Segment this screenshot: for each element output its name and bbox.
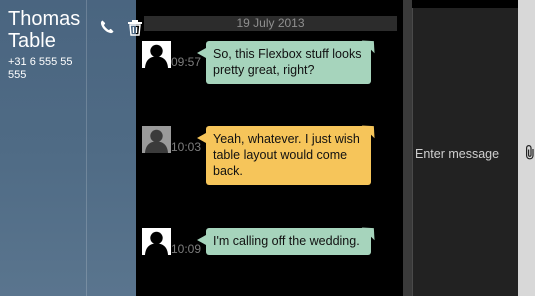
paperclip-icon[interactable] bbox=[524, 144, 535, 160]
message-bubble: I'm calling off the wedding. bbox=[197, 228, 371, 255]
person-silhouette-icon bbox=[145, 44, 168, 68]
message-input[interactable]: Enter message bbox=[412, 8, 518, 296]
contact-avatar bbox=[142, 228, 171, 255]
message-item: 10:03 Yeah, whatever. I just wish table … bbox=[142, 126, 402, 186]
contact-phone: +31 6 555 55 555 bbox=[8, 56, 73, 81]
message-item: 09:57 So, this Flexbox stuff looks prett… bbox=[142, 41, 402, 101]
message-item: 10:09 I'm calling off the wedding. bbox=[142, 228, 402, 288]
phone-icon[interactable] bbox=[99, 19, 115, 35]
message-input-placeholder: Enter message bbox=[415, 147, 500, 161]
trash-icon[interactable] bbox=[127, 19, 143, 36]
message-bubble: So, this Flexbox stuff looks pretty grea… bbox=[197, 41, 371, 84]
conversation-date: 19 July 2013 bbox=[144, 16, 397, 31]
person-silhouette-icon bbox=[145, 231, 168, 255]
compose-gutter bbox=[403, 0, 412, 296]
user-avatar bbox=[142, 126, 171, 153]
contact-avatar bbox=[142, 41, 171, 68]
contact-name: Thomas Table bbox=[8, 8, 81, 52]
person-silhouette-icon bbox=[145, 129, 168, 153]
message-bubble: Yeah, whatever. I just wish table layout… bbox=[197, 126, 371, 185]
contact-panel: Thomas Table +31 6 555 55 555 bbox=[0, 0, 136, 296]
